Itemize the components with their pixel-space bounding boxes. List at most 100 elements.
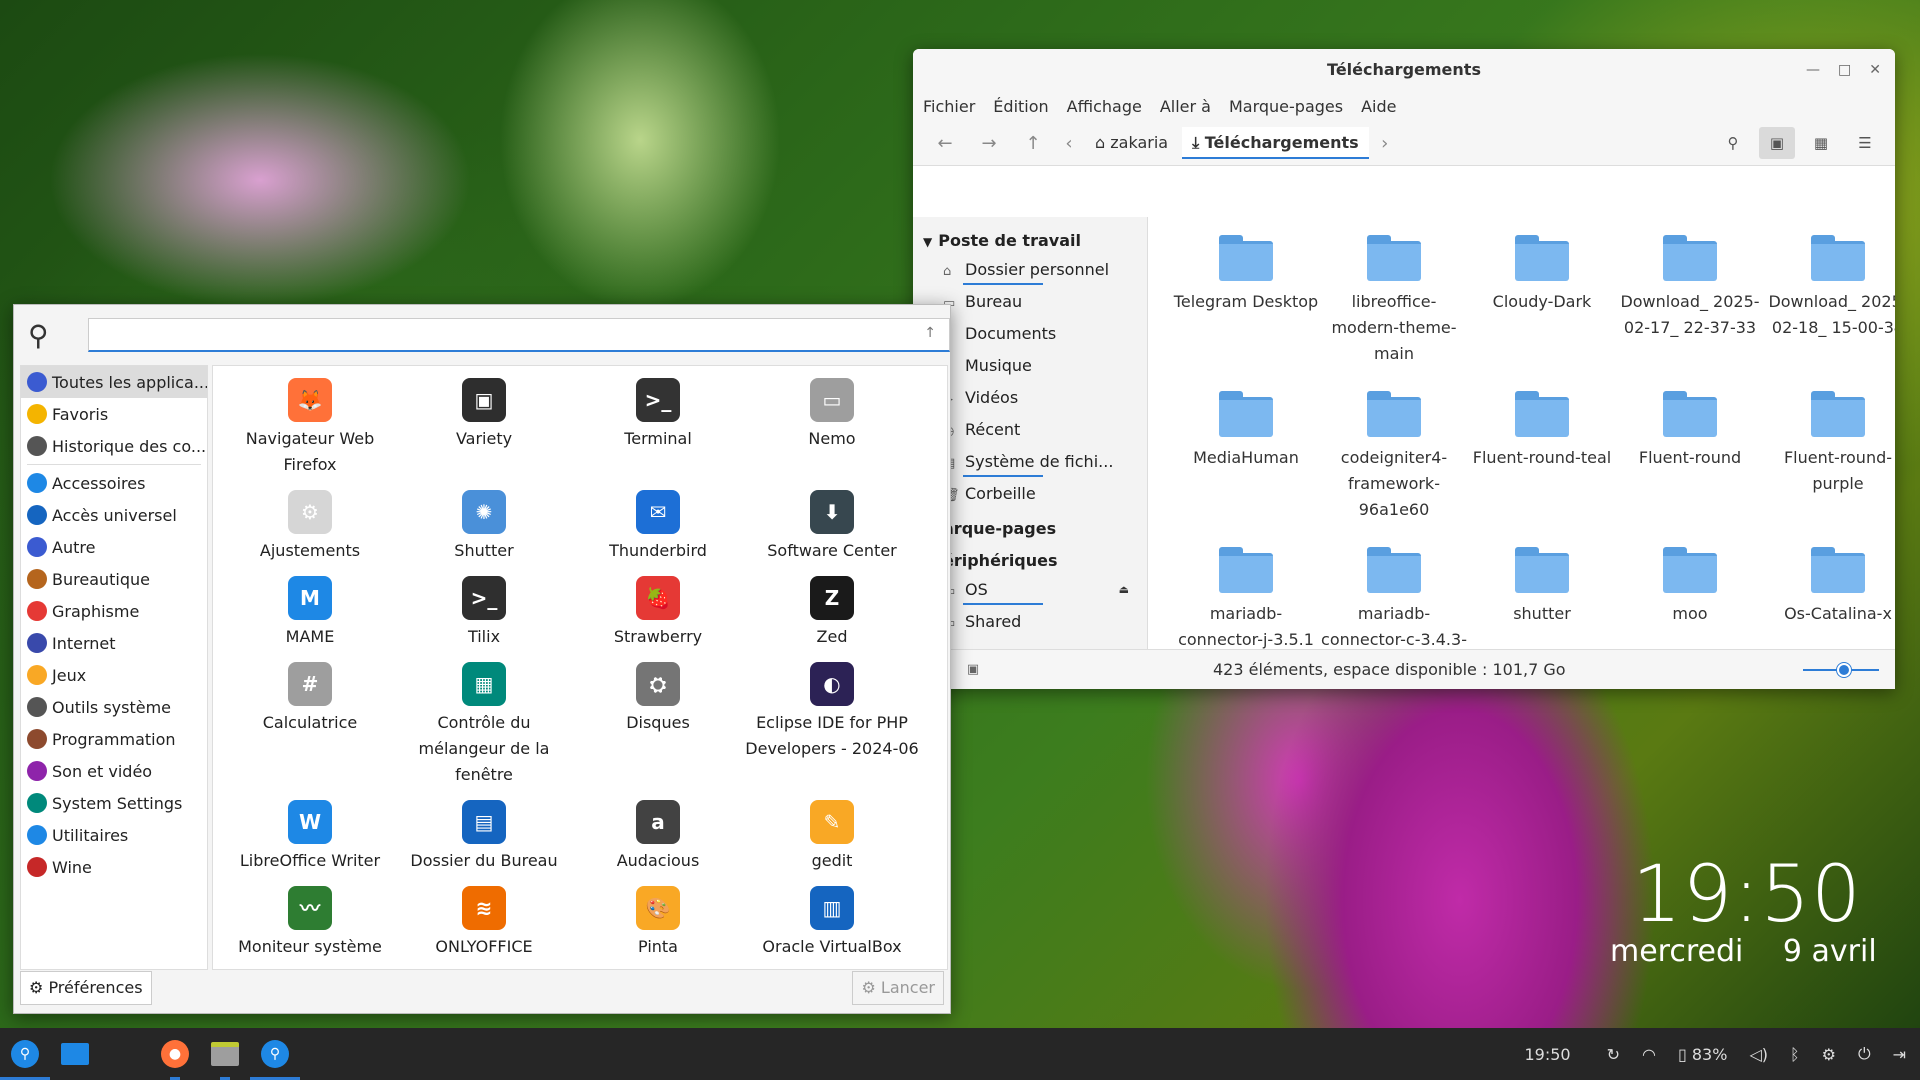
- app-launcher[interactable]: Z Zed: [745, 564, 919, 650]
- sidebar-section-header[interactable]: ▼ Poste de travail: [913, 225, 1147, 257]
- category-item[interactable]: Toutes les applica...: [21, 366, 207, 398]
- app-launcher[interactable]: >_ Tilix: [397, 564, 571, 650]
- list-view-icon[interactable]: ☰: [1847, 127, 1883, 159]
- folder-item[interactable]: libreoffice-modern-theme-main: [1320, 229, 1468, 385]
- back-arrow-icon[interactable]: ←: [925, 133, 965, 154]
- category-item[interactable]: Jeux: [21, 659, 207, 691]
- app-launcher[interactable]: 🍓 Strawberry: [571, 564, 745, 650]
- category-item[interactable]: Graphisme: [21, 595, 207, 627]
- menu-search-input[interactable]: [87, 318, 950, 352]
- category-item[interactable]: Internet: [21, 627, 207, 659]
- app-launcher[interactable]: 〰 Moniteur système: [223, 874, 397, 960]
- category-item[interactable]: Utilitaires: [21, 819, 207, 851]
- sidebar-item[interactable]: ⌂ Dossier personnel: [913, 257, 1147, 289]
- window-titlebar[interactable]: Téléchargements — □ ✕: [913, 49, 1895, 91]
- app-launcher[interactable]: M MAME: [223, 564, 397, 650]
- icon-view-icon[interactable]: ▣: [1759, 127, 1795, 159]
- launch-button[interactable]: ⚙ Lancer: [852, 971, 944, 1005]
- app-launcher[interactable]: ▭ Nemo: [745, 366, 919, 478]
- category-item[interactable]: Accès universel: [21, 499, 207, 531]
- category-item[interactable]: Outils système: [21, 691, 207, 723]
- app-launcher[interactable]: ✎ gedit: [745, 788, 919, 874]
- menu-item[interactable]: Aller à: [1160, 97, 1211, 116]
- preferences-button[interactable]: ⚙ Préférences: [20, 971, 152, 1005]
- app-launcher[interactable]: a Audacious: [571, 788, 745, 874]
- app-launcher[interactable]: ⬇ Software Center: [745, 478, 919, 564]
- app-launcher[interactable]: # Calculatrice: [223, 650, 397, 788]
- app-launcher[interactable]: ▣ Variety: [397, 366, 571, 478]
- app-launcher[interactable]: 🦊 Navigateur Web Firefox: [223, 366, 397, 478]
- category-item[interactable]: Accessoires: [21, 467, 207, 499]
- clear-search-icon[interactable]: ↑: [924, 325, 936, 341]
- folder-item[interactable]: codeigniter4-framework-96a1e60: [1320, 385, 1468, 541]
- folder-item[interactable]: mariadb-connector-j-3.5.1: [1172, 541, 1320, 649]
- folder-item[interactable]: Telegram Desktop: [1172, 229, 1320, 385]
- category-item[interactable]: System Settings: [21, 787, 207, 819]
- app-launcher[interactable]: ≋ ONLYOFFICE: [397, 874, 571, 960]
- folder-item[interactable]: Fluent-round-purple: [1764, 385, 1895, 541]
- category-item[interactable]: Bureautique: [21, 563, 207, 595]
- battery-indicator[interactable]: ▯ 83%: [1678, 1045, 1727, 1064]
- bluetooth-icon[interactable]: ᛒ: [1790, 1045, 1800, 1064]
- menu-item[interactable]: Marque-pages: [1229, 97, 1343, 116]
- taskbar-clock[interactable]: 19:50: [1524, 1045, 1570, 1064]
- folder-item[interactable]: Fluent-round-teal: [1468, 385, 1616, 541]
- category-item[interactable]: Favoris: [21, 398, 207, 430]
- menu-item[interactable]: Fichier: [923, 97, 975, 116]
- forward-arrow-icon[interactable]: →: [969, 133, 1009, 154]
- wifi-icon[interactable]: ◠: [1642, 1045, 1656, 1064]
- menu-item[interactable]: Aide: [1361, 97, 1396, 116]
- breadcrumb-home[interactable]: ⌂ zakaria: [1085, 127, 1178, 159]
- folder-item[interactable]: Fluent-round: [1616, 385, 1764, 541]
- app-launcher[interactable]: ✉ Thunderbird: [571, 478, 745, 564]
- folder-item[interactable]: Os-Catalina-x: [1764, 541, 1895, 649]
- settings-icon[interactable]: ⚙: [1822, 1045, 1836, 1064]
- app-launcher[interactable]: W LibreOffice Writer: [223, 788, 397, 874]
- logout-icon[interactable]: ⇥: [1893, 1045, 1906, 1064]
- app-launcher[interactable]: ▦ Contrôle du mélangeur de la fenêtre: [397, 650, 571, 788]
- eject-icon[interactable]: ⏏: [1119, 577, 1129, 603]
- folder-item[interactable]: shutter: [1468, 541, 1616, 649]
- folder-item[interactable]: MediaHuman: [1172, 385, 1320, 541]
- folder-item[interactable]: Download_ 2025-02-17_ 22-37-33: [1616, 229, 1764, 385]
- folder-item[interactable]: mariadb-connector-c-3.4.3-src: [1320, 541, 1468, 649]
- category-item[interactable]: Son et vidéo: [21, 755, 207, 787]
- sidebar-toggle-icon[interactable]: ▣: [953, 662, 993, 677]
- category-item[interactable]: Historique des co...: [21, 430, 207, 462]
- app-launcher[interactable]: ◐ Eclipse IDE for PHP Developers - 2024-0…: [745, 650, 919, 788]
- show-desktop-button[interactable]: [50, 1028, 100, 1080]
- app-launcher[interactable]: >_ Terminal: [571, 366, 745, 478]
- close-icon[interactable]: ✕: [1869, 49, 1881, 91]
- taskbar-nemo[interactable]: [200, 1028, 250, 1080]
- menu-item[interactable]: Édition: [993, 97, 1048, 116]
- category-item[interactable]: Programmation: [21, 723, 207, 755]
- volume-icon[interactable]: ◁): [1749, 1045, 1768, 1064]
- app-launcher[interactable]: ⛭ Disques: [571, 650, 745, 788]
- category-item[interactable]: Autre: [21, 531, 207, 563]
- grid-view-icon[interactable]: ▦: [1803, 127, 1839, 159]
- maximize-icon[interactable]: □: [1838, 49, 1851, 91]
- zoom-slider[interactable]: [1803, 662, 1879, 677]
- breadcrumb-right-icon[interactable]: ›: [1373, 133, 1397, 154]
- category-item[interactable]: Wine: [21, 851, 207, 883]
- app-launcher[interactable]: 🎨 Pinta: [571, 874, 745, 960]
- search-icon[interactable]: ⚲: [1715, 127, 1751, 159]
- folder-item[interactable]: Download_ 2025-02-18_ 15-00-34: [1764, 229, 1895, 385]
- taskbar-firefox[interactable]: ●: [150, 1028, 200, 1080]
- menu-item[interactable]: Affichage: [1067, 97, 1142, 116]
- folder-item[interactable]: moo: [1616, 541, 1764, 649]
- zoom-slider-handle[interactable]: [1837, 662, 1851, 677]
- update-icon[interactable]: ↻: [1607, 1045, 1620, 1064]
- folder-item[interactable]: Cloudy-Dark: [1468, 229, 1616, 385]
- up-arrow-icon[interactable]: ↑: [1013, 133, 1053, 154]
- minimize-icon[interactable]: —: [1806, 49, 1820, 91]
- app-launcher[interactable]: ▥ Oracle VirtualBox: [745, 874, 919, 960]
- app-launcher[interactable]: ⚙ Ajustements: [223, 478, 397, 564]
- menu-launcher-button[interactable]: ⚲: [0, 1028, 50, 1080]
- app-launcher[interactable]: ▤ Dossier du Bureau: [397, 788, 571, 874]
- taskbar-menu-active[interactable]: ⚲: [250, 1028, 300, 1080]
- app-launcher[interactable]: ✺ Shutter: [397, 478, 571, 564]
- power-icon[interactable]: ⏻: [1858, 1044, 1871, 1064]
- breadcrumb-left-icon[interactable]: ‹: [1057, 133, 1081, 154]
- breadcrumb-current[interactable]: ⤓ Téléchargements: [1182, 127, 1369, 159]
